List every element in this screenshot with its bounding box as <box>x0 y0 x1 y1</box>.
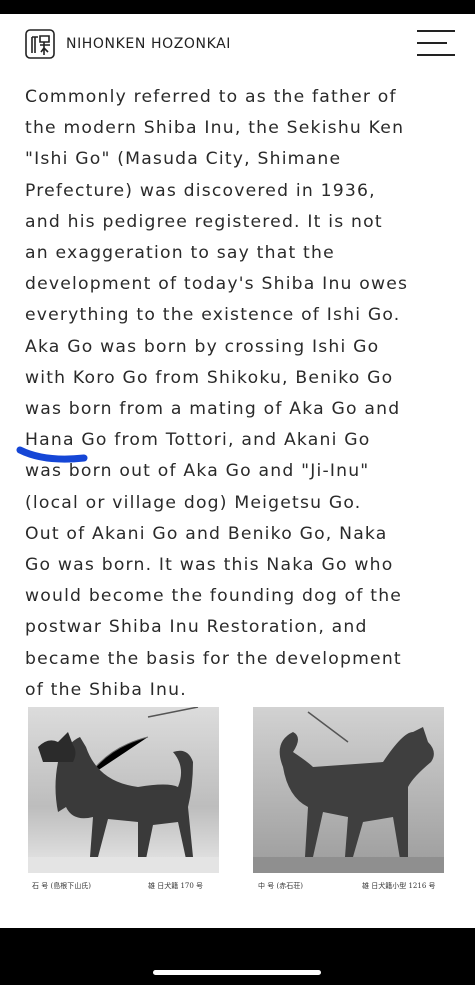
article-line: Prefecture) was discovered in 1936, <box>25 180 376 201</box>
home-indicator[interactable] <box>153 970 321 975</box>
article-line: would become the founding dog of the <box>25 586 403 607</box>
article-line: and his pedigree registered. It is not <box>25 211 383 232</box>
hamburger-menu-icon[interactable] <box>417 28 455 58</box>
article-line: "Ishi Go" (Masuda City, Shimane <box>25 149 342 170</box>
article-line: the modern Shiba Inu, the Sekishu Ken <box>25 118 405 139</box>
ishi-go-caption-reg: 雄 日犬籍 170 号 <box>148 881 203 891</box>
photo-name: 中 号 <box>258 882 275 890</box>
naka-go-caption-reg: 雄 日犬籍小型 1216 号 <box>362 881 436 891</box>
photo-sex: 雄 <box>362 882 369 890</box>
naka-go-photo <box>253 707 444 873</box>
photo-sex: 雄 <box>148 882 155 890</box>
article-body: Commonly referred to as the father of the… <box>25 82 470 706</box>
nihonken-hozonkai-logo-icon[interactable] <box>24 28 56 60</box>
blue-pen-scribble <box>16 446 88 463</box>
status-bar <box>0 0 475 14</box>
article-line: Aka Go was born by crossing Ishi Go <box>25 336 380 357</box>
article-line: of the Shiba Inu. <box>25 679 187 700</box>
photo-registration: 日犬籍 170 号 <box>157 882 204 890</box>
article-line: (local or village dog) Meigetsu Go. <box>25 492 362 513</box>
site-header: NIHONKEN HOZONKAI <box>0 14 475 74</box>
photo-name: 石 号 <box>32 882 49 890</box>
article-line: Commonly referred to as the father of <box>25 87 397 107</box>
article-line: was born from a mating of Aka Go and <box>25 399 401 420</box>
photo-owner: (赤石荘) <box>276 882 303 890</box>
article-line: became the basis for the development <box>25 648 402 669</box>
ishi-go-photo <box>28 707 219 873</box>
photo-owner: (島根下山氏) <box>50 882 91 890</box>
article-line: Go was born. It was this Naka Go who <box>25 555 394 576</box>
photo-registration: 日犬籍小型 1216 号 <box>371 882 436 890</box>
article-line: everything to the existence of Ishi Go. <box>25 305 401 326</box>
article-line: an exaggeration to say that the <box>25 243 335 264</box>
article-line: Out of Akani Go and Beniko Go, Naka <box>25 523 388 544</box>
article-line: postwar Shiba Inu Restoration, and <box>25 617 368 638</box>
ishi-go-caption-name: 石 号 (島根下山氏) <box>32 881 91 891</box>
bottom-bar <box>0 928 475 985</box>
article-line: development of today's Shiba Inu owes <box>25 274 409 295</box>
article-line: with Koro Go from Shikoku, Beniko Go <box>25 367 394 388</box>
site-title[interactable]: NIHONKEN HOZONKAI <box>66 36 231 52</box>
naka-go-caption-name: 中 号 (赤石荘) <box>258 881 303 891</box>
